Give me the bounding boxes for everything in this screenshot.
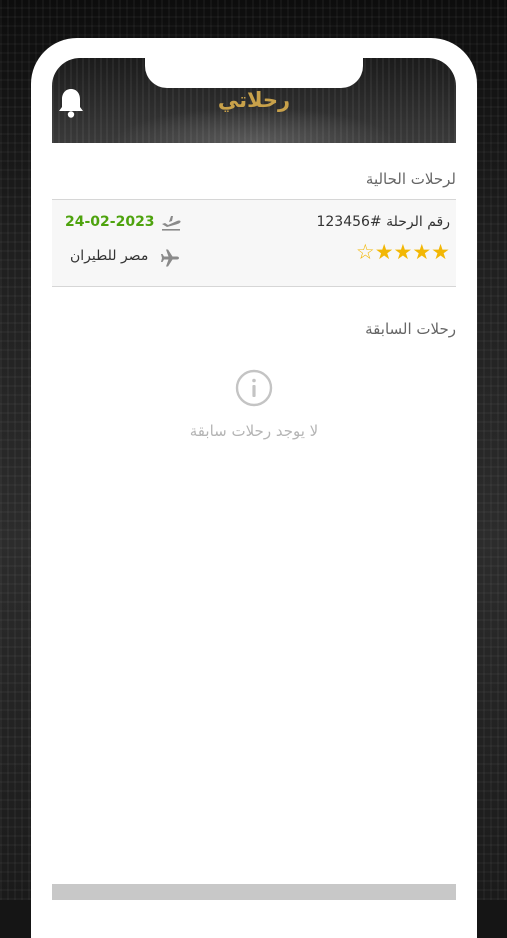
- trip-date: 24-02-2023: [65, 214, 155, 230]
- page-title: رحلاتي: [217, 88, 291, 112]
- trip-card[interactable]: رقم الرحلة #123456 ★ ★ ★ ★ ☆ 24-02-2023 …: [52, 199, 456, 287]
- airplane-icon: [160, 248, 180, 268]
- star-filled-icon: ★: [412, 240, 432, 264]
- previous-trips-heading: رحلات السابقة: [365, 320, 456, 338]
- current-trips-heading: لرحلات الحالية: [365, 170, 456, 188]
- bottom-bar: [52, 884, 456, 900]
- bell-icon[interactable]: [56, 86, 86, 120]
- app-screen: رحلاتي لرحلات الحالية رقم الرحلة #123456…: [52, 58, 456, 900]
- trip-number: رقم الرحلة #123456: [316, 214, 450, 230]
- empty-state-message: لا يوجد رحلات سابقة: [189, 422, 319, 440]
- trip-rating: ★ ★ ★ ★ ☆: [356, 242, 450, 263]
- star-filled-icon: ★: [393, 240, 413, 264]
- info-icon: [235, 369, 273, 407]
- star-empty-icon: ☆: [355, 240, 375, 264]
- header-banner: رحلاتي: [52, 58, 456, 143]
- airline-name: مصر للطيران: [70, 248, 149, 264]
- phone-notch: [145, 58, 363, 88]
- star-filled-icon: ★: [374, 240, 394, 264]
- star-filled-icon: ★: [431, 240, 450, 264]
- flight-departure-icon: [160, 213, 182, 231]
